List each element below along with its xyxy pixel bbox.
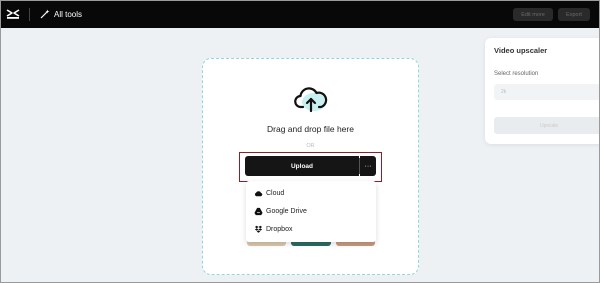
- resolution-value: 2k: [501, 89, 507, 95]
- menu-item-label: Cloud: [266, 189, 285, 197]
- all-tools-button[interactable]: All tools: [40, 7, 82, 21]
- export-button[interactable]: Export: [558, 8, 590, 21]
- resolution-select[interactable]: 2k: [494, 84, 599, 100]
- menu-item-cloud[interactable]: Cloud: [246, 184, 376, 202]
- header-divider: [29, 8, 30, 21]
- select-resolution-label: Select resolution: [494, 71, 539, 77]
- capcut-logo[interactable]: [6, 7, 20, 21]
- magic-wand-icon: [40, 9, 50, 19]
- menu-item-google-drive[interactable]: Google Drive: [246, 202, 376, 220]
- all-tools-label: All tools: [54, 9, 83, 19]
- menu-item-label: Google Drive: [266, 207, 307, 215]
- cloud-upload-icon: [294, 87, 328, 113]
- panel-title: Video upscaler: [494, 46, 548, 55]
- upload-source-menu: Cloud Google Drive Dropbox: [246, 181, 376, 242]
- dropbox-icon: [254, 225, 263, 233]
- top-bar: All tools Edit more Export: [1, 1, 599, 28]
- more-options-button[interactable]: ···: [360, 156, 376, 176]
- google-drive-icon: [254, 207, 263, 215]
- video-upscaler-panel: Video upscaler Select resolution 2k Upsc…: [485, 38, 599, 144]
- upscale-button[interactable]: Upscale: [494, 117, 599, 134]
- app-window: All tools Edit more Export Video upscale…: [0, 0, 600, 283]
- menu-item-dropbox[interactable]: Dropbox: [246, 220, 376, 238]
- drag-drop-text: Drag and drop file here: [267, 124, 354, 134]
- or-separator: OR: [306, 143, 315, 149]
- menu-item-label: Dropbox: [266, 225, 293, 233]
- upload-button[interactable]: Upload: [245, 156, 359, 176]
- edit-more-button[interactable]: Edit more: [513, 8, 553, 21]
- cloud-icon: [254, 190, 263, 196]
